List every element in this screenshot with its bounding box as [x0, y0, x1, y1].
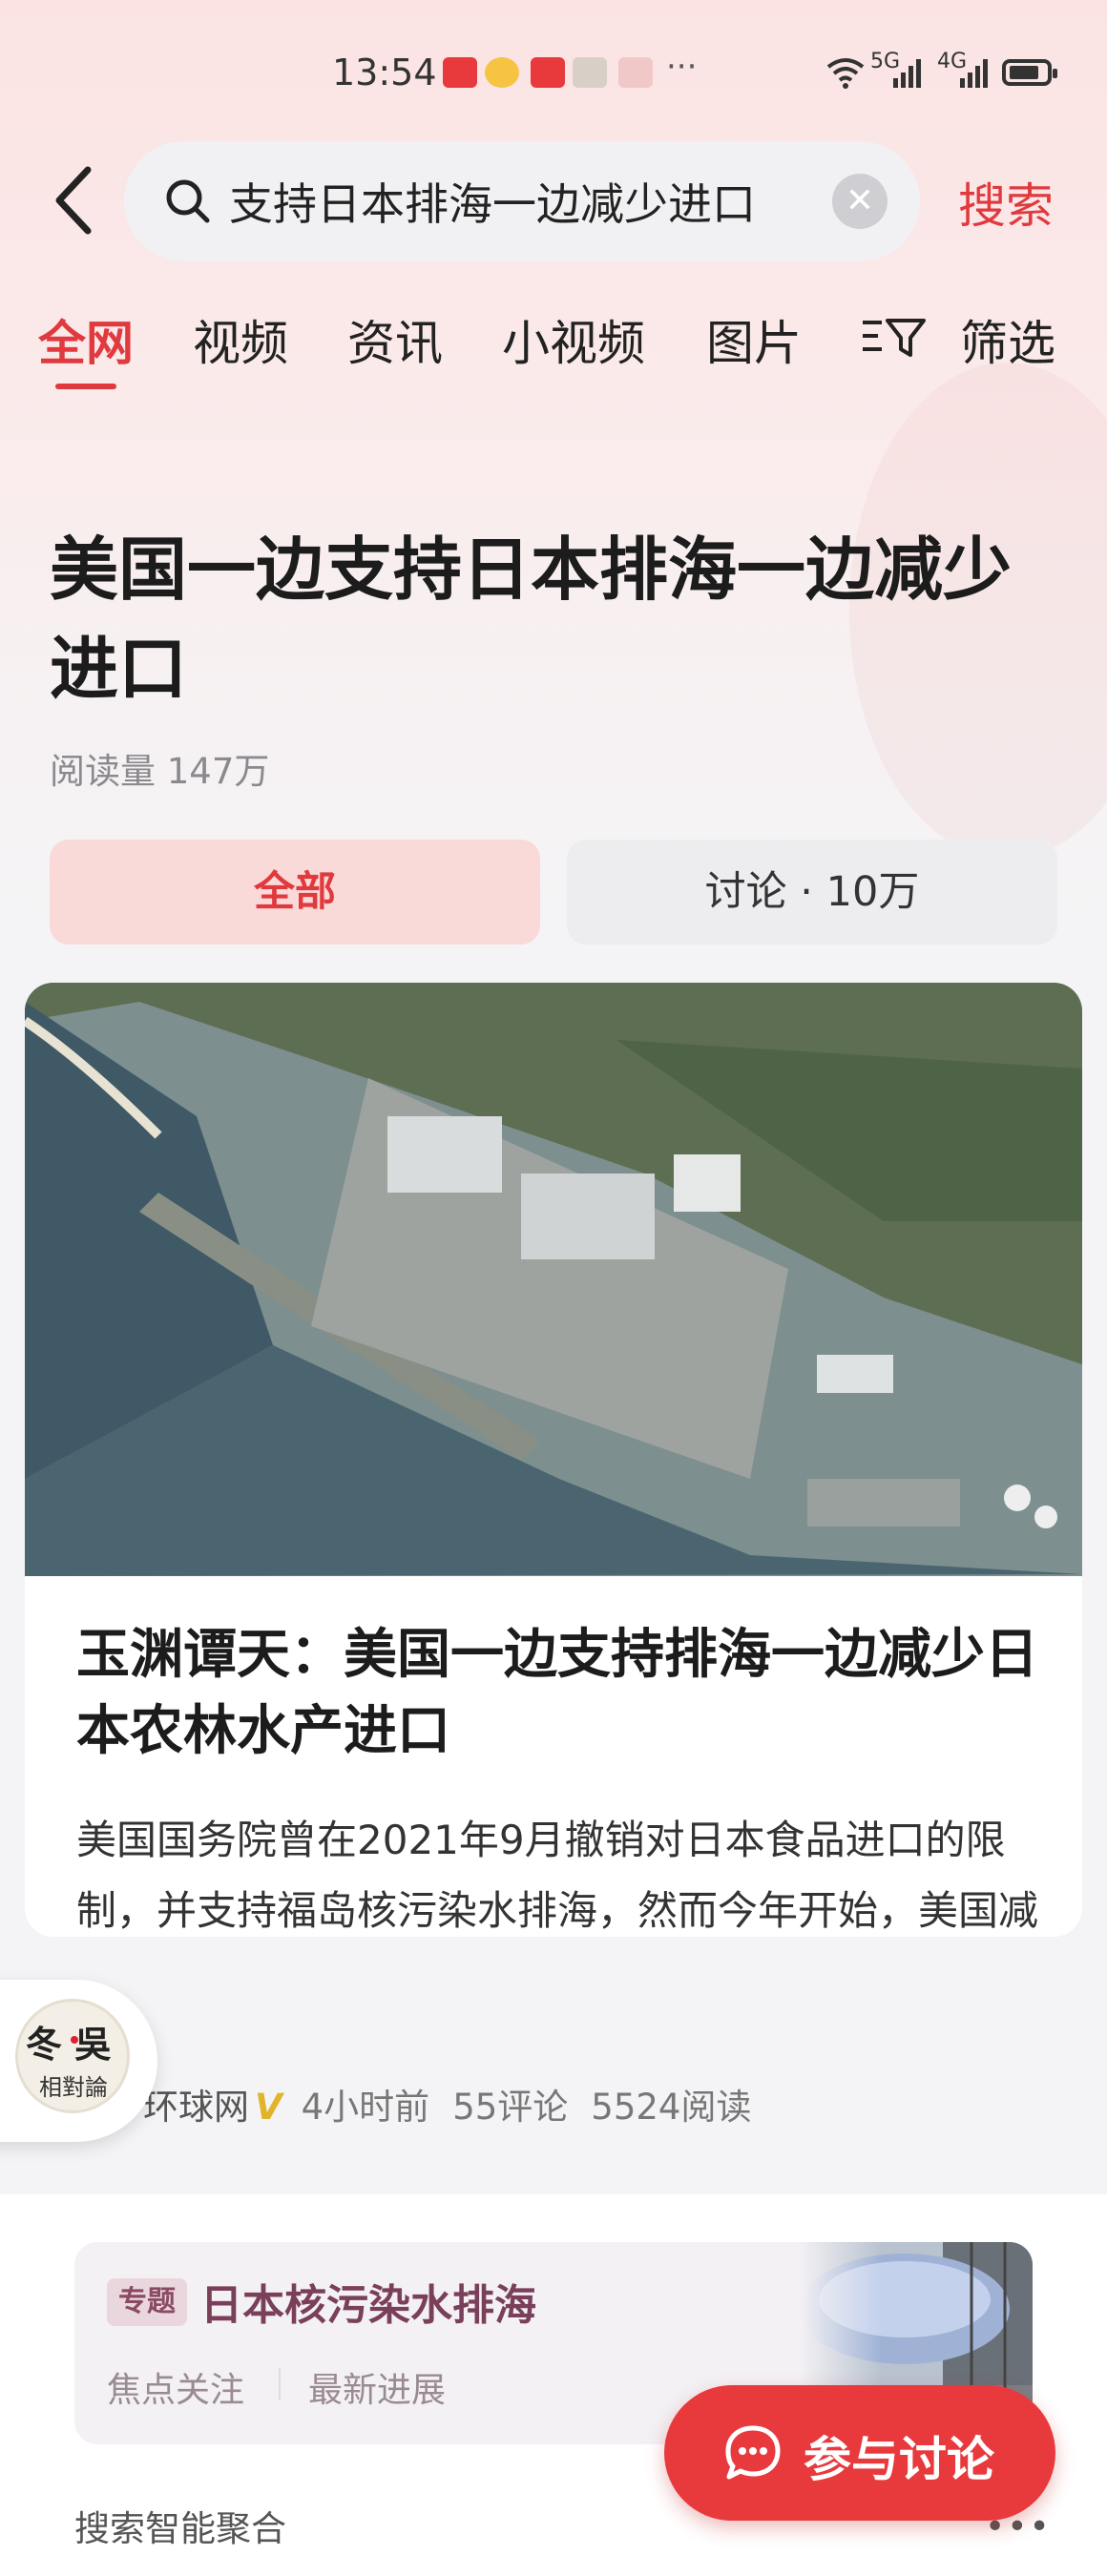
article-comments: 55评论 — [452, 2087, 569, 2128]
search-icon — [166, 179, 210, 223]
article-title[interactable]: 玉渊谭天：美国一边支持排海一边减少日本农林水产进口 — [76, 1617, 1040, 1770]
topic-name[interactable]: 日本核污染水排海 — [200, 2271, 536, 2332]
article-summary[interactable]: 美国国务院曾在2021年9月撤销对日本食品进口的限制，并支持福岛核污染水排海，然… — [76, 1805, 1050, 1937]
active-tab-indicator — [55, 384, 116, 389]
read-count: 阅读量 147万 — [50, 751, 270, 792]
avatar-dot-icon — [71, 2036, 78, 2044]
avatar-subtext: 相對論 — [39, 2074, 108, 2101]
topic-link-focus[interactable]: 焦点关注 — [107, 2362, 244, 2412]
status-bar: 13:54 ··· 5G 4G — [0, 0, 1107, 153]
search-button[interactable]: 搜索 — [958, 168, 1054, 237]
tab-all-web[interactable]: 全网 — [38, 305, 134, 374]
topic-tag-badge: 专题 — [107, 2278, 187, 2326]
article-card[interactable]: 玉渊谭天：美国一边支持排海一边减少日本农林水产进口 美国国务院曾在2021年9月… — [25, 983, 1082, 1937]
smart-aggregation-label: 搜索智能聚合 — [74, 2508, 286, 2549]
topic-title: 美国一边支持日本排海一边减少进口 — [50, 530, 1013, 709]
article-source[interactable]: 环球网 — [143, 2087, 249, 2128]
article-time: 4小时前 — [301, 2087, 430, 2128]
avatar[interactable]: 冬 吳 相對論 — [15, 1999, 130, 2113]
segment-discussion-button[interactable]: 讨论 · 10万 — [567, 840, 1057, 945]
clear-search-icon[interactable]: ✕ — [832, 174, 888, 229]
signal-bars-2-icon — [960, 55, 988, 88]
avatar-text: 冬 吳 — [26, 2023, 112, 2066]
app-notification-icon — [573, 57, 607, 88]
segment-all-button[interactable]: 全部 — [50, 840, 540, 945]
nuclear-plant-aerial-photo[interactable] — [25, 983, 1082, 1576]
topic-link-latest[interactable]: 最新进展 — [308, 2362, 446, 2412]
weibo-notification-icon — [485, 57, 519, 88]
search-input[interactable]: 支持日本排海一边减少进口 ✕ — [124, 141, 920, 261]
article-reads: 5524阅读 — [591, 2087, 752, 2128]
floating-account-avatar[interactable]: 冬 吳 相對論 — [0, 1980, 157, 2142]
signal-bars-1-icon — [893, 55, 921, 88]
status-time: 13:54 — [332, 52, 437, 93]
filter-icon[interactable] — [861, 315, 928, 363]
tab-short-video[interactable]: 小视频 — [502, 305, 645, 374]
search-query[interactable]: 支持日本排海一边减少进口 — [229, 170, 935, 233]
battery-icon — [1002, 59, 1057, 86]
tab-news[interactable]: 资讯 — [347, 305, 443, 374]
toutiao-notification-icon — [443, 57, 477, 88]
wifi-icon — [826, 58, 865, 89]
chat-bubble-icon — [725, 2425, 781, 2480]
more-notifications-icon: ··· — [666, 48, 698, 86]
filter-button[interactable]: 筛选 — [960, 305, 1055, 374]
topic-divider — [279, 2368, 281, 2400]
tab-images[interactable]: 图片 — [706, 305, 802, 374]
red-app-notification-icon — [531, 57, 565, 88]
join-discussion-button[interactable]: 参与讨论 — [664, 2385, 1055, 2521]
back-arrow-icon[interactable] — [48, 162, 105, 239]
verified-badge-icon: V — [255, 2087, 282, 2128]
join-discussion-label: 参与讨论 — [804, 2432, 994, 2487]
box-notification-icon — [618, 57, 653, 88]
article-meta: 环球网 V 4小时前 55评论 5524阅读 — [143, 2078, 751, 2129]
tab-video[interactable]: 视频 — [193, 305, 288, 374]
